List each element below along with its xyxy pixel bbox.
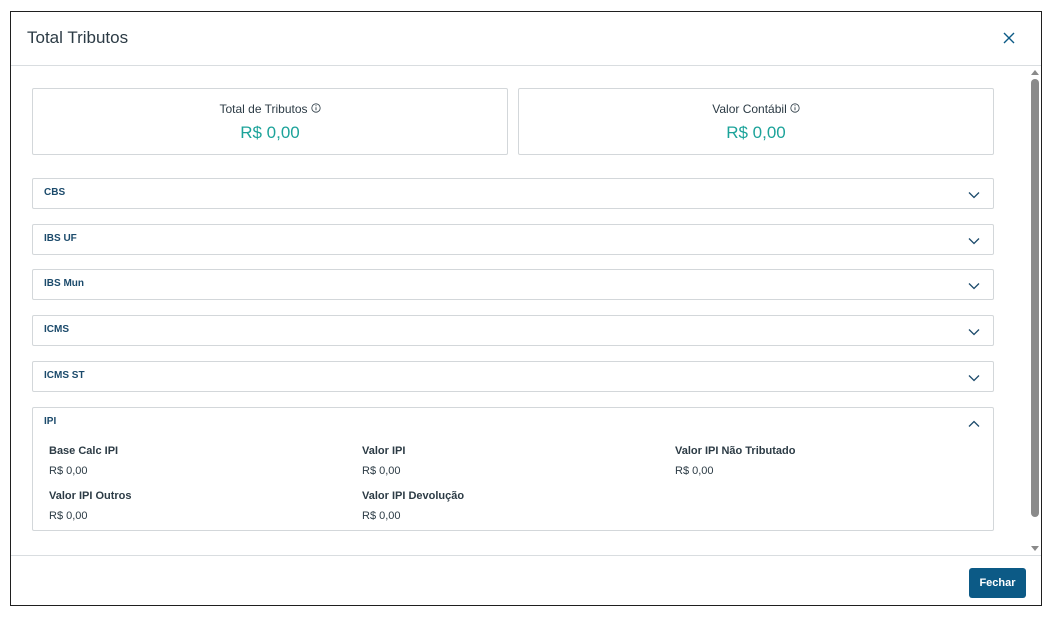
field-valor-ipi: Valor IPI R$ 0,00 bbox=[362, 445, 405, 477]
field-label: Valor IPI Não Tributado bbox=[675, 445, 796, 457]
accordion-title: ICMS ST bbox=[44, 370, 85, 381]
field-label: Valor IPI bbox=[362, 445, 406, 457]
chevron-down-icon bbox=[968, 192, 980, 199]
field-base-calc-ipi: Base Calc IPI R$ 0,00 bbox=[49, 445, 118, 477]
chevron-down-icon bbox=[968, 329, 980, 336]
fechar-button[interactable]: Fechar bbox=[969, 568, 1026, 598]
info-icon[interactable] bbox=[310, 103, 321, 113]
accordion-header-ibs-mun[interactable]: IBS Mun bbox=[33, 270, 993, 300]
field-valor-ipi-nao-tributado: Valor IPI Não Tributado R$ 0,00 bbox=[675, 445, 795, 477]
accordion-icms: ICMS bbox=[32, 315, 994, 346]
field-value: R$ 0,00 bbox=[675, 465, 714, 477]
close-button[interactable] bbox=[997, 26, 1021, 50]
accordion-title: IBS Mun bbox=[44, 278, 84, 289]
field-label: Base Calc IPI bbox=[49, 445, 119, 457]
accordion-header-icms[interactable]: ICMS bbox=[33, 316, 993, 346]
scroll-down-arrow[interactable] bbox=[1031, 546, 1039, 551]
field-valor-ipi-outros: Valor IPI Outros R$ 0,00 bbox=[49, 490, 132, 522]
modal-body[interactable]: Total de Tributos R$ 0,00 Valor Contábil… bbox=[11, 66, 1041, 555]
chevron-down-icon bbox=[968, 238, 980, 245]
modal-header: Total Tributos bbox=[11, 12, 1041, 66]
valor-contabil-label: Valor Contábil bbox=[712, 102, 787, 116]
total-tributos-label: Total de Tributos bbox=[219, 102, 308, 116]
valor-contabil-card: Valor Contábil R$ 0,00 bbox=[518, 88, 994, 155]
accordion-header-cbs[interactable]: CBS bbox=[33, 179, 993, 209]
field-label: Valor IPI Outros bbox=[49, 490, 132, 502]
scroll-thumb[interactable] bbox=[1031, 79, 1039, 517]
total-tributos-modal: Total Tributos Total de Tributos R$ 0,00… bbox=[10, 11, 1042, 606]
info-icon[interactable] bbox=[790, 103, 800, 113]
accordion-header-ipi[interactable]: IPI bbox=[33, 408, 993, 438]
accordion-header-icms-st[interactable]: ICMS ST bbox=[33, 362, 993, 392]
field-value: R$ 0,00 bbox=[362, 465, 401, 477]
field-value: R$ 0,00 bbox=[49, 465, 88, 477]
valor-contabil-value: R$ 0,00 bbox=[726, 123, 786, 142]
scroll-up-arrow[interactable] bbox=[1031, 70, 1039, 75]
chevron-up-icon bbox=[968, 420, 980, 427]
chevron-down-icon bbox=[968, 283, 980, 290]
accordion-ipi: IPI Base Calc IPI R$ 0,00 Valor IPI R$ 0… bbox=[32, 407, 994, 531]
accordion-title: CBS bbox=[44, 187, 66, 198]
field-value: R$ 0,00 bbox=[49, 510, 88, 522]
accordion-title: IBS UF bbox=[44, 233, 77, 244]
accordion-ibs-uf: IBS UF bbox=[32, 224, 994, 255]
accordion-title: ICMS bbox=[44, 324, 69, 335]
accordion-ibs-mun: IBS Mun bbox=[32, 269, 994, 300]
accordion-cbs: CBS bbox=[32, 178, 994, 209]
modal-title: Total Tributos bbox=[27, 28, 129, 47]
chevron-down-icon bbox=[968, 375, 980, 382]
field-valor-ipi-devolucao: Valor IPI Devolução R$ 0,00 bbox=[362, 490, 464, 522]
accordion-header-ibs-uf[interactable]: IBS UF bbox=[33, 225, 993, 255]
vertical-scrollbar[interactable] bbox=[1029, 66, 1041, 555]
field-label: Valor IPI Devolução bbox=[362, 490, 465, 502]
total-tributos-value: R$ 0,00 bbox=[240, 123, 300, 142]
accordion-title: IPI bbox=[44, 416, 57, 427]
modal-footer: Fechar bbox=[11, 555, 1041, 607]
total-tributos-card: Total de Tributos R$ 0,00 bbox=[32, 88, 508, 155]
accordion-icms-st: ICMS ST bbox=[32, 361, 994, 392]
close-icon bbox=[1003, 32, 1015, 44]
field-value: R$ 0,00 bbox=[362, 510, 401, 522]
